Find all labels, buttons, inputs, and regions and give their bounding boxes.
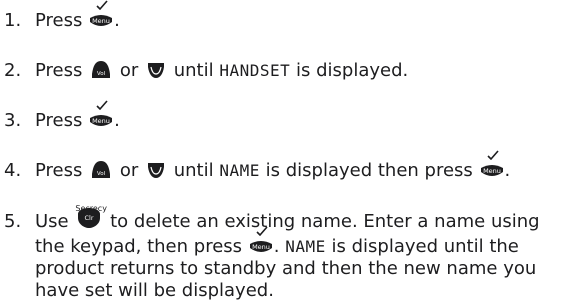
step-number: 1. bbox=[4, 10, 22, 31]
vol-up-key-icon: Vol bbox=[90, 160, 112, 180]
step-number: 2. bbox=[4, 60, 22, 81]
step-number: 5. bbox=[4, 211, 22, 232]
step-text: Use bbox=[35, 211, 69, 232]
step-number: 3. bbox=[4, 110, 22, 131]
step-text: Press bbox=[35, 10, 83, 31]
menu-key-icon: Menu bbox=[249, 226, 273, 256]
vol-up-key-icon: Vol bbox=[90, 60, 112, 80]
secrecy-label: Secrecy bbox=[75, 204, 107, 213]
svg-text:Menu: Menu bbox=[92, 17, 110, 25]
menu-key-icon: Menu bbox=[480, 150, 504, 180]
svg-text:Vol: Vol bbox=[97, 71, 106, 77]
step-text: Press bbox=[35, 160, 83, 181]
step-3: 3. Press Menu . bbox=[4, 100, 120, 136]
step-text: is displayed. bbox=[296, 60, 409, 81]
svg-text:Vol: Vol bbox=[97, 171, 106, 177]
down-key-icon bbox=[146, 160, 166, 180]
step-text: or bbox=[119, 160, 139, 181]
clear-secrecy-key-icon: Secrecy Clr bbox=[75, 204, 107, 230]
svg-text:Menu: Menu bbox=[483, 167, 501, 175]
display-text-handset: HANDSET bbox=[219, 61, 291, 80]
step-text: until bbox=[173, 160, 214, 181]
step-text: have set will be displayed. bbox=[35, 280, 274, 301]
display-text-name: NAME bbox=[219, 161, 260, 180]
step-4: 4. Press Vol or until NAME is displayed t… bbox=[4, 150, 511, 186]
menu-key-icon: Menu bbox=[89, 100, 113, 130]
punctuation: . bbox=[114, 110, 120, 131]
step-text: Press bbox=[35, 60, 83, 81]
menu-key-icon: Menu bbox=[89, 0, 113, 30]
down-key-icon bbox=[146, 60, 166, 80]
step-text: Press bbox=[35, 110, 83, 131]
instructions-page: 1. Press Menu . 2. Press Vol or until HAND… bbox=[0, 0, 586, 302]
step-text: until bbox=[173, 60, 214, 81]
step-text: is displayed then press bbox=[265, 160, 473, 181]
svg-text:Menu: Menu bbox=[252, 243, 270, 251]
step-2: 2. Press Vol or until HANDSET is displaye… bbox=[4, 56, 408, 86]
punctuation: . bbox=[504, 160, 511, 181]
step-text: or bbox=[119, 60, 139, 81]
svg-text:Menu: Menu bbox=[92, 117, 110, 125]
step-1: 1. Press Menu . bbox=[4, 0, 120, 36]
step-text: to delete an existing name. Enter a name… bbox=[110, 211, 540, 232]
punctuation: . bbox=[114, 10, 120, 31]
step-number: 4. bbox=[4, 160, 22, 181]
